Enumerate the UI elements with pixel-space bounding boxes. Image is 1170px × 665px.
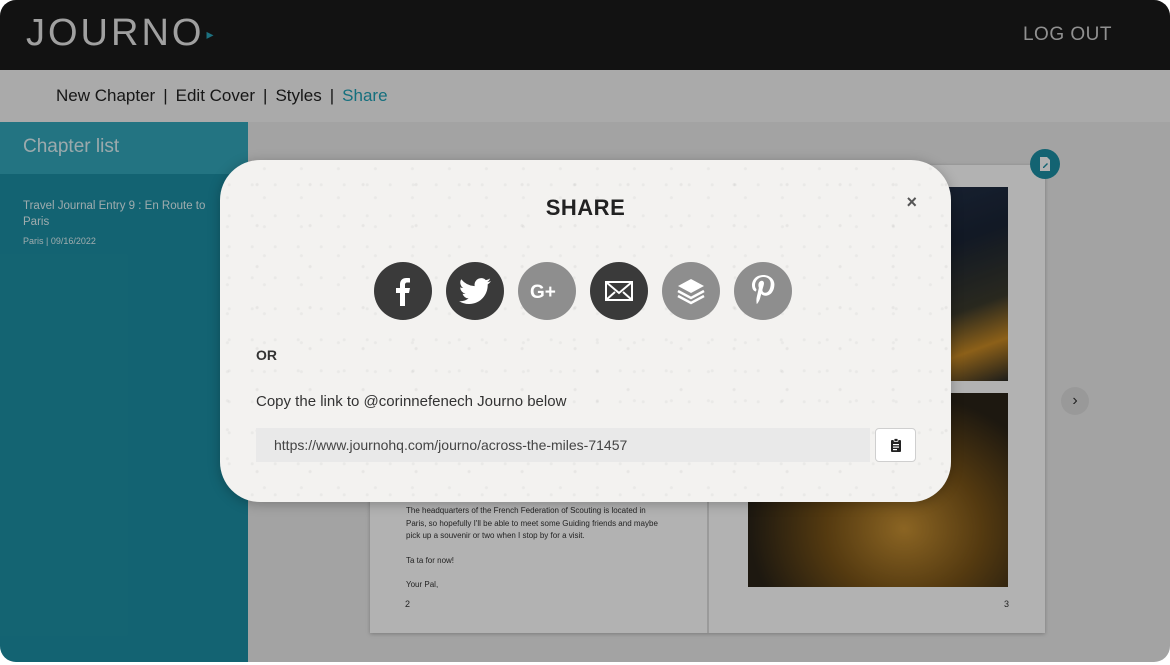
svg-text:G+: G+ (530, 282, 556, 301)
share-modal-title: SHARE (545, 195, 626, 220)
google-plus-icon: G+ (530, 282, 556, 301)
clipboard-icon (890, 438, 901, 452)
copy-link-label: Copy the link to @corinnefenech Journo b… (256, 393, 567, 410)
twitter-share-button[interactable] (446, 262, 504, 320)
share-icons-row: G+ (374, 262, 792, 320)
app-frame: JOURNO ▸ LOG OUT New Chapter | Edit Cover | S… (0, 0, 1170, 662)
or-divider-label: OR (256, 347, 277, 363)
layers-share-button[interactable] (662, 262, 720, 320)
facebook-icon (396, 278, 410, 306)
pinterest-icon (752, 275, 775, 305)
email-share-button[interactable] (590, 262, 648, 320)
copy-link-button[interactable] (875, 428, 916, 462)
facebook-share-button[interactable] (374, 262, 432, 320)
share-link-input[interactable] (256, 428, 870, 462)
share-link-row (256, 428, 916, 462)
close-icon[interactable]: × (906, 192, 917, 213)
layers-icon (677, 279, 705, 305)
share-modal: SHARE × G+ OR Copy the link to @corinnef… (220, 160, 951, 502)
pinterest-share-button[interactable] (734, 262, 792, 320)
twitter-icon (459, 278, 491, 304)
email-icon (605, 281, 633, 301)
google-plus-share-button[interactable]: G+ (518, 262, 576, 320)
